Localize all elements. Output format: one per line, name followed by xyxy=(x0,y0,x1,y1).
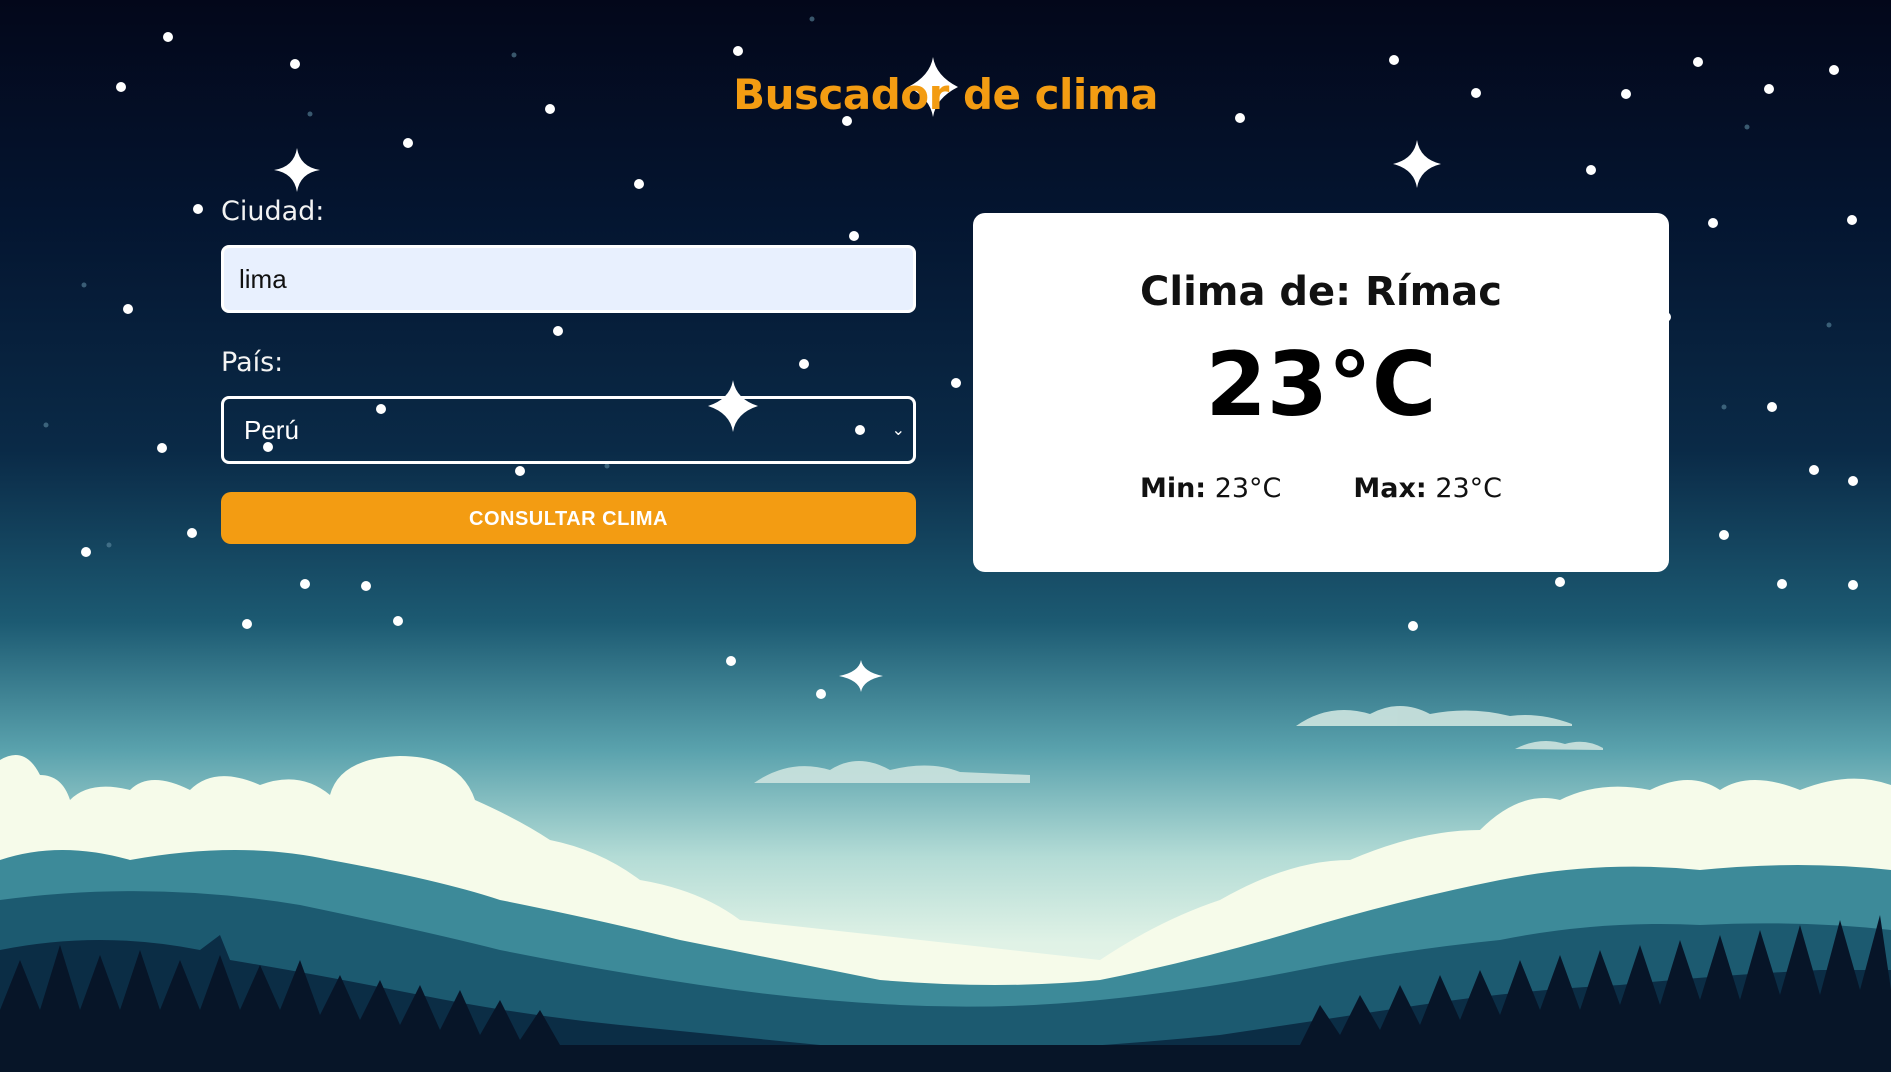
consult-weather-button[interactable]: CONSULTAR CLIMA xyxy=(221,492,916,544)
min-value: 23°C xyxy=(1214,473,1282,504)
min-label: Min: xyxy=(1139,473,1207,504)
weather-search-form: Ciudad: País: Perú ⌄ CONSULTAR CLIMA xyxy=(221,196,916,544)
country-select[interactable]: Perú ⌄ xyxy=(221,396,916,464)
city-input[interactable] xyxy=(221,245,916,313)
max-value: 23°C xyxy=(1435,473,1503,504)
max-label: Max: xyxy=(1353,473,1427,504)
result-title: Clima de: Rímac xyxy=(1140,269,1502,315)
min-max-row: Min: 23°C Max: 23°C xyxy=(973,473,1669,504)
max-temperature: Max: 23°C xyxy=(1353,473,1502,504)
chevron-down-icon: ⌄ xyxy=(891,422,905,439)
country-select-value: Perú xyxy=(244,414,299,445)
min-temperature: Min: 23°C xyxy=(1140,473,1281,504)
city-label: Ciudad: xyxy=(221,196,325,227)
weather-result-card: Clima de: Rímac 23°C Min: 23°C Max: 23°C xyxy=(973,213,1669,572)
page-title: Buscador de clima xyxy=(733,70,1158,119)
current-temperature: 23°C xyxy=(1205,333,1437,436)
country-label: País: xyxy=(221,347,284,378)
